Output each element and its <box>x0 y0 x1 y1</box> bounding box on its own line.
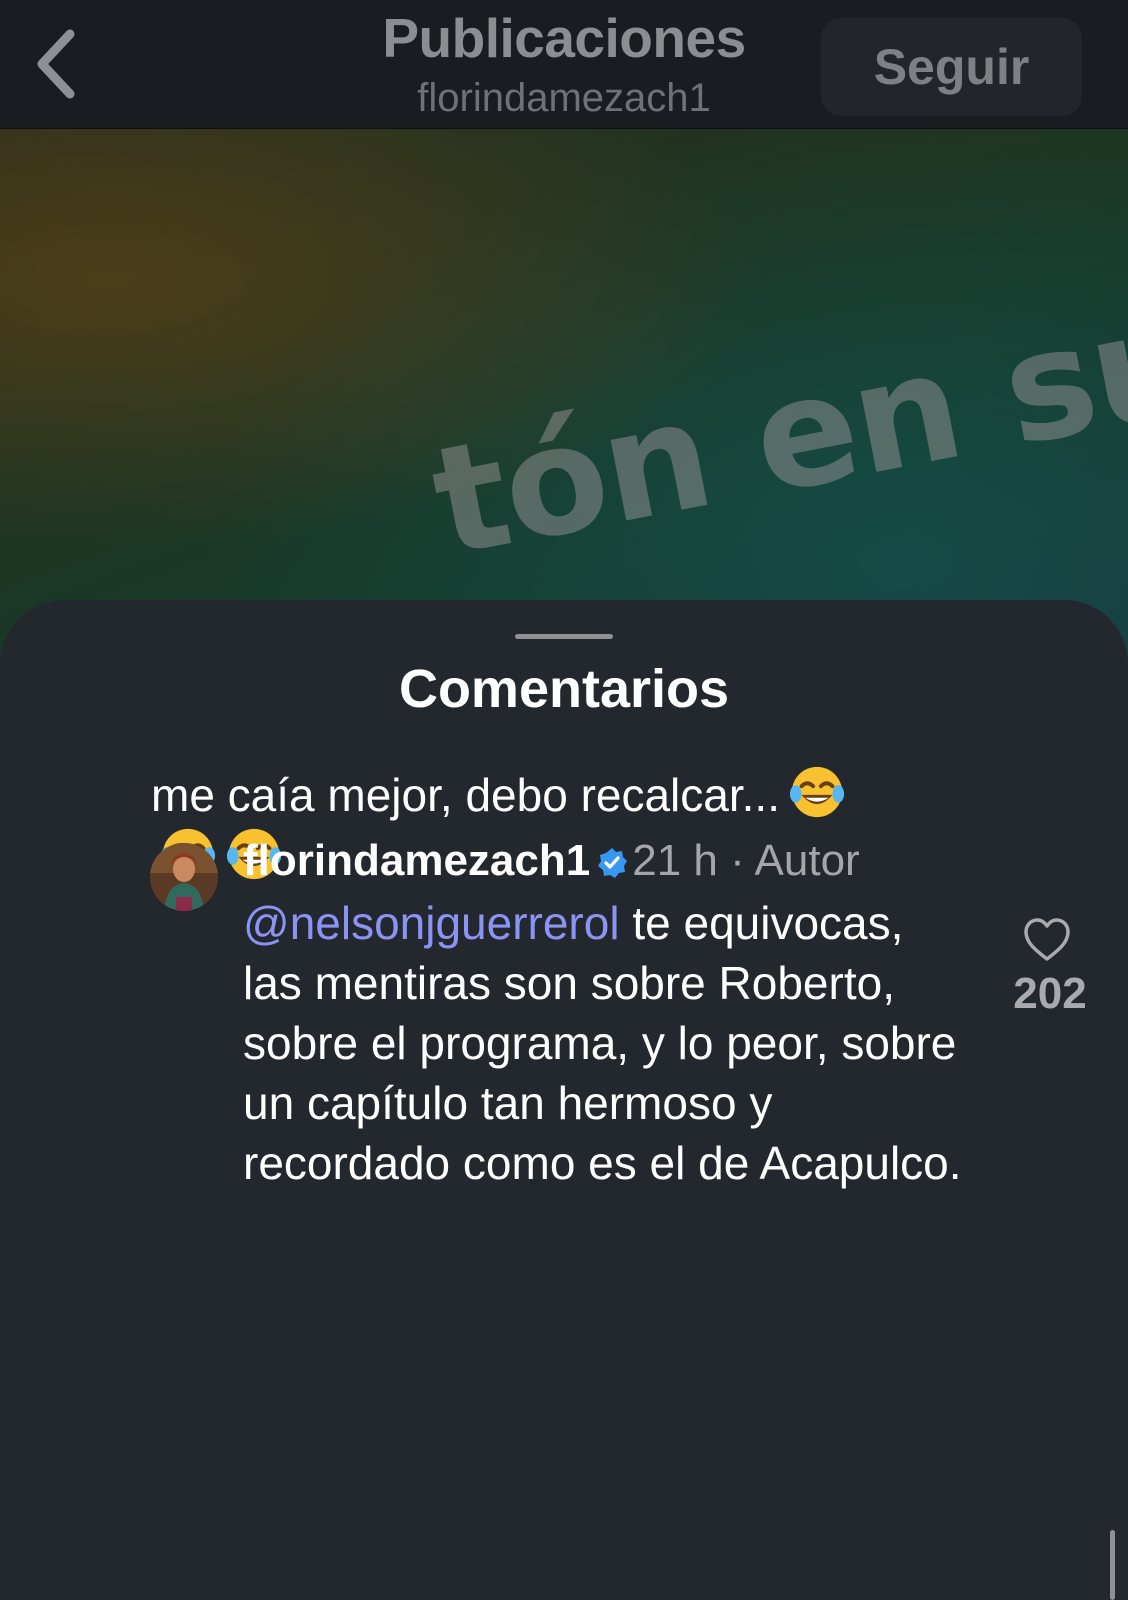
heart-outline-icon <box>1024 918 1070 961</box>
avatar-image <box>150 843 218 911</box>
comment-timestamp: 21 h <box>632 836 718 885</box>
comments-list[interactable]: en el chavo!!!! Aunque en el chavo me ca… <box>0 765 1128 1600</box>
author-badge: Autor <box>754 836 860 885</box>
tears-of-joy-emoji-icon <box>789 766 845 818</box>
follow-button[interactable]: Seguir <box>821 18 1082 116</box>
verified-badge-icon <box>598 848 628 878</box>
like-count: 202 <box>1013 969 1087 1018</box>
comments-sheet: Comentarios en el chavo!!!! Aunque en el… <box>0 600 1128 1600</box>
like-button[interactable] <box>1022 915 1072 965</box>
sheet-drag-handle[interactable] <box>515 634 613 639</box>
comment-mention-link[interactable]: @nelsonjguerrerol <box>243 897 620 949</box>
comment-username[interactable]: florindamezach1 <box>243 836 590 885</box>
comments-sheet-title: Comentarios <box>398 659 730 719</box>
comment-header: florindamezach1 21 h · Autor <box>243 833 860 889</box>
post-image-text: tón en su <box>420 272 1128 591</box>
comments-scrollbar[interactable] <box>1110 1530 1115 1600</box>
comment-separator: · <box>730 836 745 885</box>
previous-comment-body: en el chavo!!!! Aunque en el chavo me ca… <box>151 769 780 821</box>
comment-body: @nelsonjguerrerol te equivocas, las ment… <box>243 893 963 1193</box>
top-navigation-bar: Publicaciones florindamezach1 Seguir <box>0 0 1128 129</box>
avatar[interactable] <box>150 843 218 911</box>
